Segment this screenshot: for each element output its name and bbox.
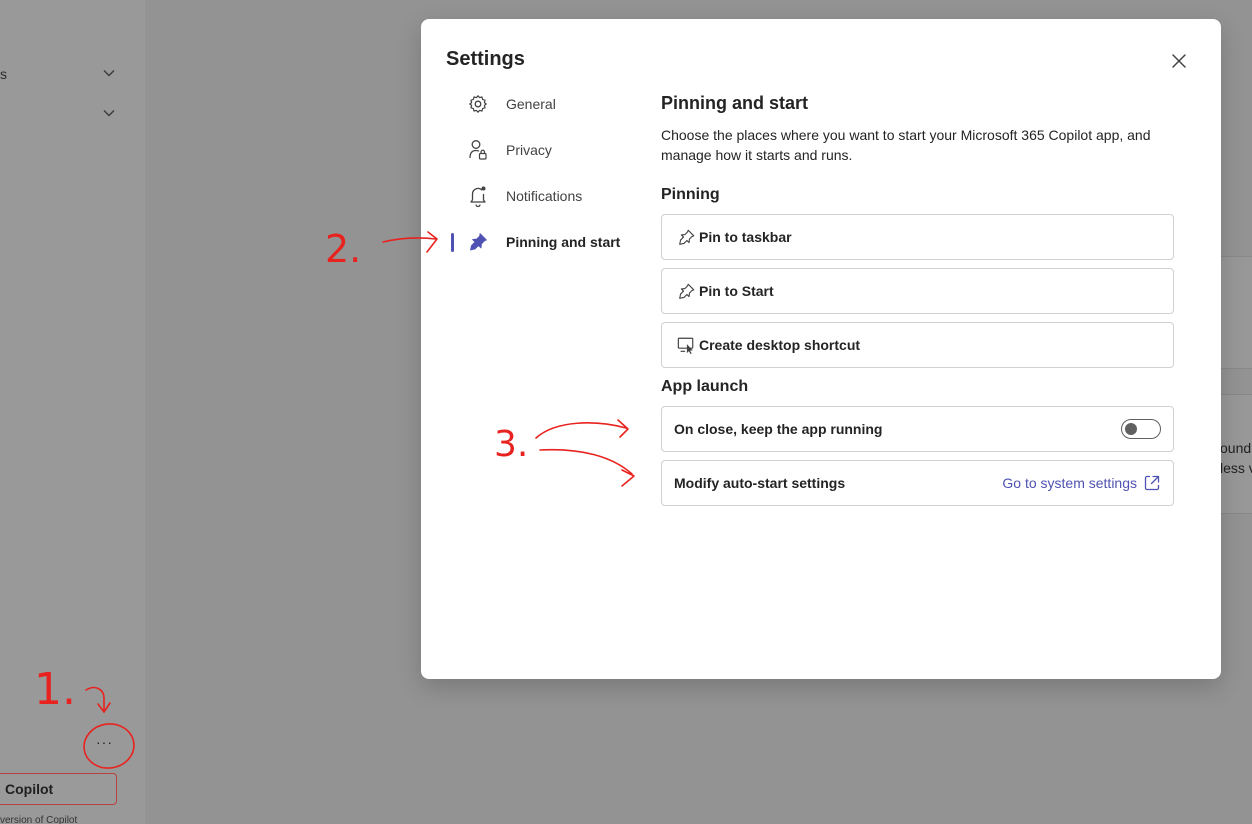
pin-outline-icon	[677, 228, 695, 246]
nav-label-notifications: Notifications	[506, 188, 583, 204]
person-lock-icon	[467, 139, 489, 161]
system-settings-link-text: Go to system settings	[1002, 475, 1137, 491]
close-icon	[1172, 54, 1186, 68]
pin-to-taskbar-button[interactable]: Pin to taskbar	[661, 214, 1174, 260]
pin-icon	[467, 231, 489, 253]
copilot-button[interactable]: Copilot	[0, 773, 117, 805]
nav-item-general[interactable]: General	[451, 88, 631, 120]
background-bottom-text: version of Copilot	[0, 815, 78, 824]
gear-icon	[467, 93, 489, 115]
go-to-system-settings-link[interactable]: Go to system settings	[1002, 474, 1161, 492]
keep-running-row: On close, keep the app running	[661, 406, 1174, 452]
pin-to-start-button[interactable]: Pin to Start	[661, 268, 1174, 314]
create-desktop-shortcut-button[interactable]: Create desktop shortcut	[661, 322, 1174, 368]
pin-to-taskbar-label: Pin to taskbar	[699, 229, 792, 245]
dialog-title: Settings	[446, 48, 525, 70]
toggle-knob	[1125, 423, 1137, 435]
app-launch-heading: App launch	[661, 378, 749, 395]
chevron-down-icon	[103, 70, 115, 77]
nav-label-general: General	[506, 96, 556, 112]
keep-running-toggle[interactable]	[1121, 419, 1161, 439]
close-button[interactable]	[1167, 49, 1191, 73]
background-sidebar: s ··· Copilot version of Copilot	[0, 0, 145, 824]
background-sidebar-row-1: s	[0, 66, 7, 82]
nav-item-notifications[interactable]: Notifications	[451, 180, 631, 212]
autostart-row: Modify auto-start settings Go to system …	[661, 460, 1174, 506]
desktop-shortcut-icon	[677, 336, 695, 354]
background-partial-text: ound	[1220, 440, 1252, 456]
content-title: Pinning and start	[661, 93, 809, 113]
open-external-icon	[1143, 474, 1161, 492]
background-partial-text: less v	[1220, 460, 1252, 476]
pinning-heading: Pinning	[661, 186, 720, 203]
background-card-edge	[1221, 256, 1252, 369]
nav-item-pinning-and-start[interactable]: Pinning and start	[451, 226, 631, 258]
content-description: Choose the places where you want to star…	[661, 127, 1151, 163]
more-options-button[interactable]: ···	[96, 734, 113, 750]
chevron-down-icon	[103, 110, 115, 117]
pin-to-start-label: Pin to Start	[699, 283, 774, 299]
keep-running-label: On close, keep the app running	[674, 421, 883, 437]
nav-item-privacy[interactable]: Privacy	[451, 134, 631, 166]
settings-dialog: Settings General Privacy Notifications P…	[421, 19, 1221, 679]
create-desktop-shortcut-label: Create desktop shortcut	[699, 337, 861, 353]
autostart-label: Modify auto-start settings	[674, 475, 846, 491]
nav-label-privacy: Privacy	[506, 142, 552, 158]
pin-outline-icon	[677, 282, 695, 300]
nav-label-pinning-and-start: Pinning and start	[506, 234, 621, 250]
bell-icon	[467, 185, 489, 207]
active-indicator	[451, 233, 454, 252]
